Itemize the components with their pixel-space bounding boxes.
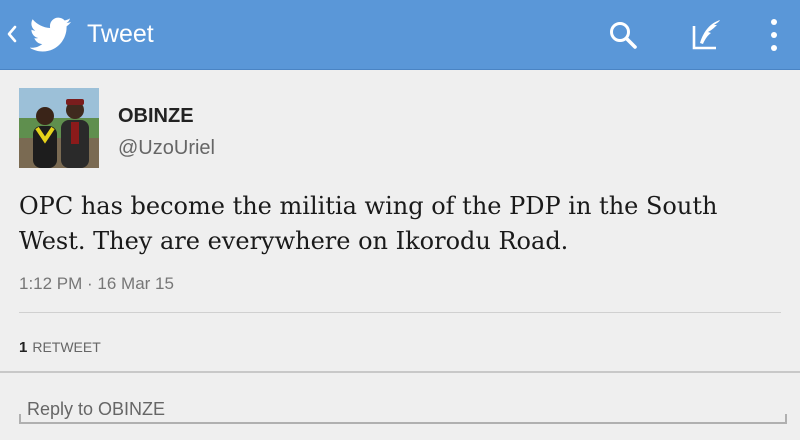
compose-button[interactable] <box>682 0 732 70</box>
compose-quill-icon <box>692 20 720 50</box>
retweet-label: RETWEET <box>32 339 101 355</box>
reply-placeholder: Reply to OBINZE <box>27 399 166 419</box>
avatar[interactable] <box>19 88 99 168</box>
search-icon <box>610 22 637 49</box>
page-title: Tweet <box>87 20 154 48</box>
tweet-detail: OBINZE @UzoUriel OPC has become the mili… <box>0 70 800 440</box>
action-bar: Tweet <box>0 0 800 70</box>
screen-name[interactable]: @UzoUriel <box>118 136 215 160</box>
search-button[interactable] <box>598 0 648 70</box>
divider <box>0 371 800 373</box>
tweet-text: OPC has become the militia wing of the P… <box>19 192 718 255</box>
overflow-menu-icon <box>771 19 777 51</box>
retweet-count: 1 <box>19 339 28 356</box>
tweet-timestamp: 1:12 PM · 16 Mar 15 <box>19 274 174 293</box>
chevron-left-icon <box>7 25 17 43</box>
reply-input[interactable]: Reply to OBINZE <box>19 392 787 424</box>
divider <box>19 312 781 313</box>
avatar-photo <box>19 88 99 168</box>
overflow-menu-button[interactable] <box>755 0 795 70</box>
display-name[interactable]: OBINZE <box>118 104 194 128</box>
retweet-stats[interactable]: 1 RETWEET <box>19 338 101 357</box>
back-button[interactable] <box>0 0 80 70</box>
twitter-bird-icon <box>30 17 72 52</box>
